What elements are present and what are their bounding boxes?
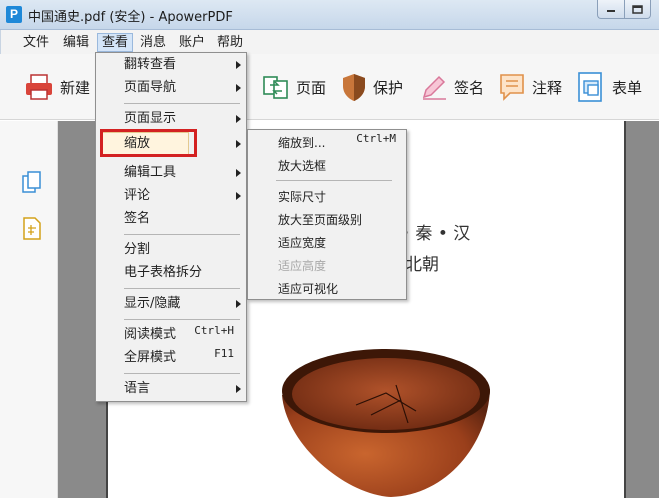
protect-label: 保护 <box>373 78 404 97</box>
pen-icon <box>422 75 446 100</box>
menu-item-label: 编辑工具 <box>124 165 177 180</box>
shield-icon <box>343 74 365 101</box>
submenu-arrow-icon <box>236 192 241 200</box>
fit-width-item[interactable]: 适应宽度 <box>248 232 406 254</box>
minimize-icon <box>607 10 615 12</box>
menu-separator <box>124 288 240 289</box>
shortcut-label: Ctrl+M <box>356 132 396 145</box>
window-title: 中国通史.pdf (安全) - ApowerPDF <box>28 10 233 25</box>
left-sidebar <box>0 121 58 498</box>
menu-item-reading-mode[interactable]: 阅读模式 Ctrl+H <box>96 324 246 346</box>
menu-item-flip-view[interactable]: 翻转查看 <box>96 54 246 76</box>
minimize-button[interactable] <box>597 0 624 19</box>
submenu-arrow-icon <box>236 84 241 92</box>
app-icon: P <box>6 6 22 23</box>
menu-item-split[interactable]: 分割 <box>96 239 246 261</box>
maximize-icon <box>632 4 643 14</box>
new-button[interactable]: 新建 <box>24 70 90 104</box>
submenu-arrow-icon <box>236 169 241 177</box>
menu-file[interactable]: 文件 <box>19 33 53 52</box>
attachment-panel-icon[interactable] <box>22 217 42 241</box>
menu-item-label: 评论 <box>124 188 151 203</box>
menu-item-label: 签名 <box>124 211 151 226</box>
page-button[interactable]: 页面 <box>262 70 326 104</box>
menu-account[interactable]: 账户 <box>175 33 209 52</box>
menu-item-label: 页面导航 <box>124 80 177 95</box>
fit-visible-item[interactable]: 适应可视化 <box>248 278 406 300</box>
form-icon <box>578 72 602 102</box>
pages-panel-icon[interactable] <box>22 171 42 195</box>
new-label: 新建 <box>60 78 91 97</box>
menu-separator <box>276 180 392 181</box>
menu-item-fullscreen-mode[interactable]: 全屏模式 F11 <box>96 347 246 369</box>
menu-item-label: 放大选框 <box>278 159 327 173</box>
comment-button[interactable]: 注释 <box>498 70 562 104</box>
marquee-zoom-item[interactable]: 放大选框 <box>248 155 406 177</box>
maximize-button[interactable] <box>624 0 651 19</box>
form-button[interactable]: 表单 <box>576 70 642 104</box>
page-swap-icon <box>263 76 288 99</box>
shortcut-label: F11 <box>214 347 234 360</box>
zoom-to-page-level-item[interactable]: 放大至页面级别 <box>248 209 406 231</box>
menu-item-label: 页面显示 <box>124 111 177 126</box>
menu-item-comment[interactable]: 评论 <box>96 185 246 207</box>
zoom-to-item[interactable]: 缩放到... Ctrl+M <box>248 132 406 154</box>
protect-button[interactable]: 保护 <box>341 70 403 104</box>
comment-label: 注释 <box>532 78 563 97</box>
menu-item-label: 适应高度 <box>278 259 327 273</box>
document-subtitle-line: • 秦 • 汉 <box>400 224 471 244</box>
menu-item-label: 适应可视化 <box>278 282 339 296</box>
menu-item-label: 翻转查看 <box>124 57 177 72</box>
menu-item-label: 电子表格拆分 <box>124 265 203 280</box>
view-menu-dropdown: 翻转查看 页面导航 页面显示 缩放 编辑工具 评论 签名 分割 电子表格拆分 显… <box>95 52 247 402</box>
title-bar: P 中国通史.pdf (安全) - ApowerPDF <box>0 0 659 30</box>
menu-messages[interactable]: 消息 <box>136 33 170 52</box>
shortcut-label: Ctrl+H <box>194 324 234 337</box>
menu-help[interactable]: 帮助 <box>213 33 247 52</box>
window-controls <box>597 0 651 19</box>
pottery-bowl-image <box>282 349 490 497</box>
submenu-arrow-icon <box>236 385 241 393</box>
form-label: 表单 <box>612 78 643 97</box>
page-label: 页面 <box>296 78 327 97</box>
menu-item-edit-tools[interactable]: 编辑工具 <box>96 162 246 184</box>
menu-separator <box>124 103 240 104</box>
menu-bar: 文件 编辑 查看 消息 账户 帮助 <box>0 30 659 54</box>
sign-button[interactable]: 签名 <box>420 70 484 104</box>
comment-icon <box>500 74 524 101</box>
submenu-arrow-icon <box>236 300 241 308</box>
menu-item-show-hide[interactable]: 显示/隐藏 <box>96 293 246 315</box>
fit-height-item: 适应高度 <box>248 255 406 277</box>
printer-icon <box>26 74 52 100</box>
submenu-arrow-icon <box>236 61 241 69</box>
menu-item-label: 分割 <box>124 242 151 257</box>
menu-item-label: 语言 <box>124 381 151 396</box>
highlight-annotation-box <box>100 129 197 157</box>
menu-item-spreadsheet-split[interactable]: 电子表格拆分 <box>96 262 246 284</box>
menu-item-label: 适应宽度 <box>278 236 327 250</box>
menu-item-language[interactable]: 语言 <box>96 378 246 400</box>
menu-view[interactable]: 查看 <box>97 33 134 52</box>
menu-separator <box>124 234 240 235</box>
menu-item-label: 放大至页面级别 <box>278 213 363 227</box>
menu-item-label: 显示/隐藏 <box>124 296 181 311</box>
menu-separator <box>124 373 240 374</box>
sign-label: 签名 <box>454 78 485 97</box>
document-subtitle-line-2: 北朝 <box>405 255 439 275</box>
menu-separator <box>124 319 240 320</box>
submenu-arrow-icon <box>236 140 241 148</box>
submenu-arrow-icon <box>236 115 241 123</box>
actual-size-item[interactable]: 实际尺寸 <box>248 186 406 208</box>
menu-item-page-navigation[interactable]: 页面导航 <box>96 77 246 99</box>
menu-edit[interactable]: 编辑 <box>59 33 93 52</box>
menu-item-page-display[interactable]: 页面显示 <box>96 108 246 130</box>
menu-item-sign[interactable]: 签名 <box>96 208 246 230</box>
zoom-submenu: 缩放到... Ctrl+M 放大选框 实际尺寸 放大至页面级别 适应宽度 适应高度… <box>247 129 407 300</box>
menu-item-label: 缩放到... <box>278 136 326 150</box>
menu-item-label: 全屏模式 <box>124 350 177 365</box>
menu-item-label: 实际尺寸 <box>278 190 327 204</box>
menu-item-label: 阅读模式 <box>124 327 177 342</box>
